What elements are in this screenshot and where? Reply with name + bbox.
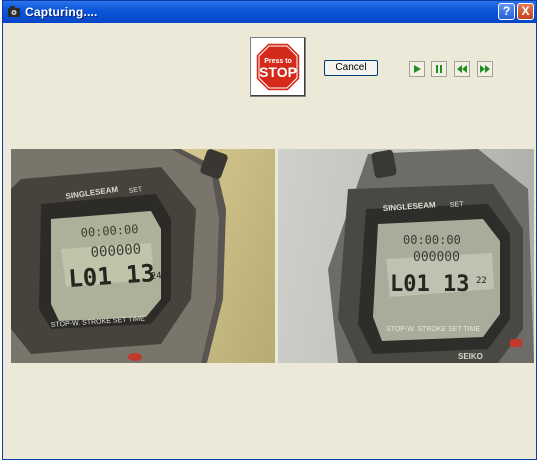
- capture-window: Capturing.... ? X Press to STOP Cancel S…: [2, 0, 537, 460]
- watch-display-small-right: 22: [476, 276, 487, 286]
- play-icon: [414, 65, 421, 73]
- help-button[interactable]: ?: [498, 3, 515, 20]
- video-feed-left: SINGLESEAM SET 00:00:00 000000 L01 13 24…: [11, 149, 275, 363]
- stop-sign-icon: Press to STOP: [255, 42, 301, 92]
- camera-icon: [8, 6, 20, 17]
- window-title: Capturing....: [25, 5, 98, 19]
- pause-button[interactable]: [431, 61, 447, 77]
- watch-lap-text-right: SET: [450, 201, 465, 209]
- rewind-button[interactable]: [454, 61, 470, 77]
- close-button[interactable]: X: [517, 3, 534, 20]
- watch-bottom-text-right: STOP-W. STROKE SET TIME: [386, 326, 480, 333]
- rewind-icon: [457, 65, 467, 73]
- watch-display-small-left: 24: [151, 271, 163, 282]
- watch-brand-right: SEIKO: [458, 352, 483, 361]
- title-bar[interactable]: Capturing.... ? X: [3, 1, 536, 23]
- watch-row2-right: 000000: [413, 250, 460, 265]
- stop-button[interactable]: Press to STOP: [250, 37, 306, 97]
- fast-forward-button[interactable]: [477, 61, 493, 77]
- play-button[interactable]: [409, 61, 425, 77]
- stop-label: STOP: [259, 64, 297, 80]
- close-icon: X: [521, 4, 530, 18]
- cancel-button[interactable]: Cancel: [324, 60, 378, 76]
- stopwatch-image-left: SINGLESEAM SET 00:00:00 000000 L01 13 24…: [11, 149, 228, 363]
- watch-red-button-right: [510, 339, 522, 347]
- watch-row1-right: 00:00:00: [403, 233, 461, 247]
- fast-forward-icon: [480, 65, 490, 73]
- pause-icon: [436, 65, 442, 73]
- stopwatch-image-right: SINGLESEAM SET 00:00:00 000000 L01 13 22…: [328, 149, 534, 363]
- watch-red-button-left: [128, 353, 142, 361]
- help-icon: ?: [502, 4, 511, 18]
- video-feed-right: SINGLESEAM SET 00:00:00 000000 L01 13 22…: [278, 149, 534, 363]
- watch-display-main-right: L01 13: [390, 272, 469, 297]
